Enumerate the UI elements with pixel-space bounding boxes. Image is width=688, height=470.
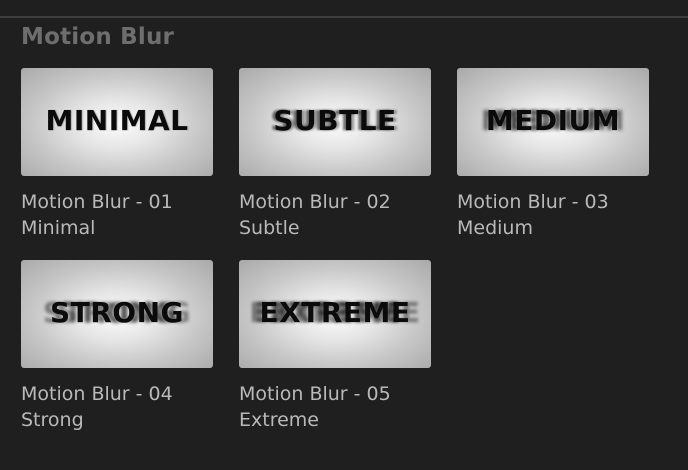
preset-tile-extreme[interactable]: EXTREME Motion Blur - 05 Extreme [239,260,435,440]
preset-name: Motion Blur - 04 [21,383,173,405]
thumbnail-text: EXTREME [259,296,411,329]
preset-caption: Motion Blur - 01 Minimal [21,189,221,241]
preset-name: Motion Blur - 01 [21,191,173,213]
preset-grid: MINIMAL Motion Blur - 01 Minimal SUBTLE … [0,0,688,470]
preset-name: Motion Blur - 05 [239,383,391,405]
preset-tile-strong[interactable]: STRONG Motion Blur - 04 Strong [21,260,217,440]
preset-tile-medium[interactable]: MEDIUM Motion Blur - 03 Medium [457,68,653,248]
preset-variant: Extreme [239,409,319,431]
thumbnail-text: MEDIUM [485,104,621,137]
preset-caption: Motion Blur - 03 Medium [457,189,657,241]
preset-variant: Subtle [239,217,300,239]
preset-caption: Motion Blur - 04 Strong [21,381,221,433]
preset-caption: Motion Blur - 02 Subtle [239,189,439,241]
preset-thumbnail[interactable]: MINIMAL [21,68,213,176]
thumbnail-text: MINIMAL [45,104,189,137]
preset-variant: Minimal [21,217,96,239]
preset-variant: Strong [21,409,84,431]
preset-tile-subtle[interactable]: SUBTLE Motion Blur - 02 Subtle [239,68,435,248]
preset-name: Motion Blur - 03 [457,191,609,213]
preset-variant: Medium [457,217,533,239]
preset-thumbnail[interactable]: EXTREME [239,260,431,368]
preset-thumbnail[interactable]: STRONG [21,260,213,368]
thumbnail-text: SUBTLE [273,104,397,137]
thumbnail-text: STRONG [49,296,185,329]
preset-thumbnail[interactable]: MEDIUM [457,68,649,176]
preset-name: Motion Blur - 02 [239,191,391,213]
preset-caption: Motion Blur - 05 Extreme [239,381,439,433]
preset-thumbnail[interactable]: SUBTLE [239,68,431,176]
preset-tile-minimal[interactable]: MINIMAL Motion Blur - 01 Minimal [21,68,217,248]
